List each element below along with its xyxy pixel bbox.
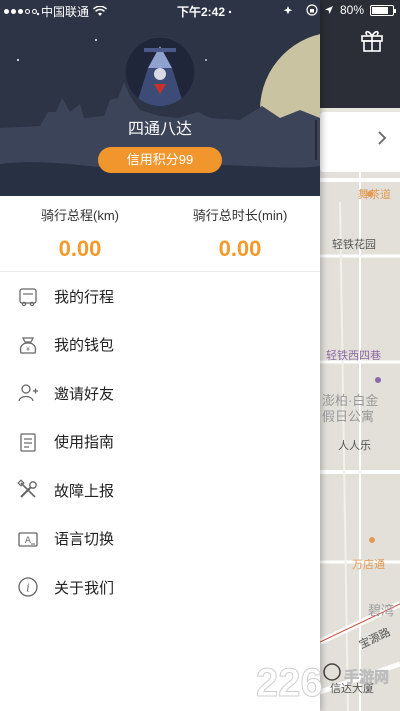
menu-label: 故障上报 [54,482,115,500]
menu-label: 使用指南 [54,434,115,452]
total-distance-stat: 骑行总程(km) 0.00 [0,196,160,262]
map-label-poi: 舞茶道 [358,189,391,201]
bike-icon [17,285,39,307]
svg-text:¥: ¥ [26,346,30,353]
svg-text:i: i [26,582,30,595]
map-notice-card[interactable] [320,112,400,172]
drawer-menu: 我的行程 ¥ 我的钱包 邀请好友 使用指南 故障上报 A 语言切换 i 关于我们 [0,272,320,612]
invite-friend-icon [17,382,39,404]
carrier-info: 中国联通 [4,3,108,20]
menu-label: 语言切换 [54,531,115,549]
status-time: 下午2:42 [177,5,226,19]
site-watermark: 226 手游网 [252,652,400,708]
wallet-icon: ¥ [17,334,39,356]
watermark-number: 226 [256,661,323,705]
menu-label: 关于我们 [54,579,115,597]
battery-percent: 80% [339,3,364,17]
menu-item-user-guide[interactable]: 使用指南 [0,418,320,467]
status-bar: 中国联通 下午2:42 80% [0,0,400,20]
stat-value: 0.00 [218,236,262,261]
map-label-street: 轻铁西四巷 [326,350,381,362]
language-icon: A [17,528,39,550]
profile-header: 四通八达 信用积分99 [0,0,320,196]
tools-icon [17,479,39,501]
map-label-poi: 碧湾 [368,603,395,618]
map-label-poi: 人人乐 [338,440,371,452]
avatar[interactable] [126,38,194,106]
username: 四通八达 [127,121,192,138]
menu-item-my-trips[interactable]: 我的行程 [0,272,320,321]
side-drawer: 四通八达 信用积分99 骑行总程(km) 0.00 骑行总时长(min) 0.0… [0,0,320,711]
menu-label: 我的行程 [54,288,115,306]
map-label-poi: 万店通 [352,559,385,571]
stat-label: 骑行总程(km) [41,208,119,223]
menu-item-about-us[interactable]: i 关于我们 [0,563,320,612]
stat-label: 骑行总时长(min) [192,208,288,223]
signal-strength-icon [4,9,37,14]
gift-icon[interactable] [358,26,386,54]
menu-item-language[interactable]: A 语言切换 [0,515,320,564]
battery-icon [370,4,396,16]
map-label-poi: 轻铁花园 [332,239,376,251]
menu-label: 我的钱包 [54,337,115,355]
map-label-poi: 假日公寓 [322,409,375,424]
watermark-text: 手游网 [344,668,389,686]
info-icon: i [17,576,39,598]
menu-item-my-wallet[interactable]: ¥ 我的钱包 [0,321,320,370]
chevron-right-icon[interactable] [372,128,392,148]
location-arrow-icon [324,6,333,14]
orientation-lock-icon [306,4,318,16]
watermark-logo: 226 手游网 [256,661,390,706]
svg-text:A: A [25,536,32,546]
total-duration-stat: 骑行总时长(min) 0.00 [160,196,320,262]
carrier-name: 中国联通 [41,5,90,19]
credit-score-badge[interactable]: 信用积分99 [98,147,222,173]
avatar-image [126,38,194,106]
wifi-icon [93,6,108,16]
menu-item-report-fault[interactable]: 故障上报 [0,466,320,515]
menu-label: 邀请好友 [54,385,115,403]
ride-stats: 骑行总程(km) 0.00 骑行总时长(min) 0.00 [0,196,320,272]
guide-book-icon [17,431,39,453]
stat-value: 0.00 [58,236,102,261]
menu-item-invite-friends[interactable]: 邀请好友 [0,369,320,418]
map-view[interactable]: 舞茶道 轻铁花园 轻铁西四巷 澎柏·白金 假日公寓 人人乐 万店通 碧湾 宝源路… [320,0,400,711]
status-right: 80% [306,3,396,17]
